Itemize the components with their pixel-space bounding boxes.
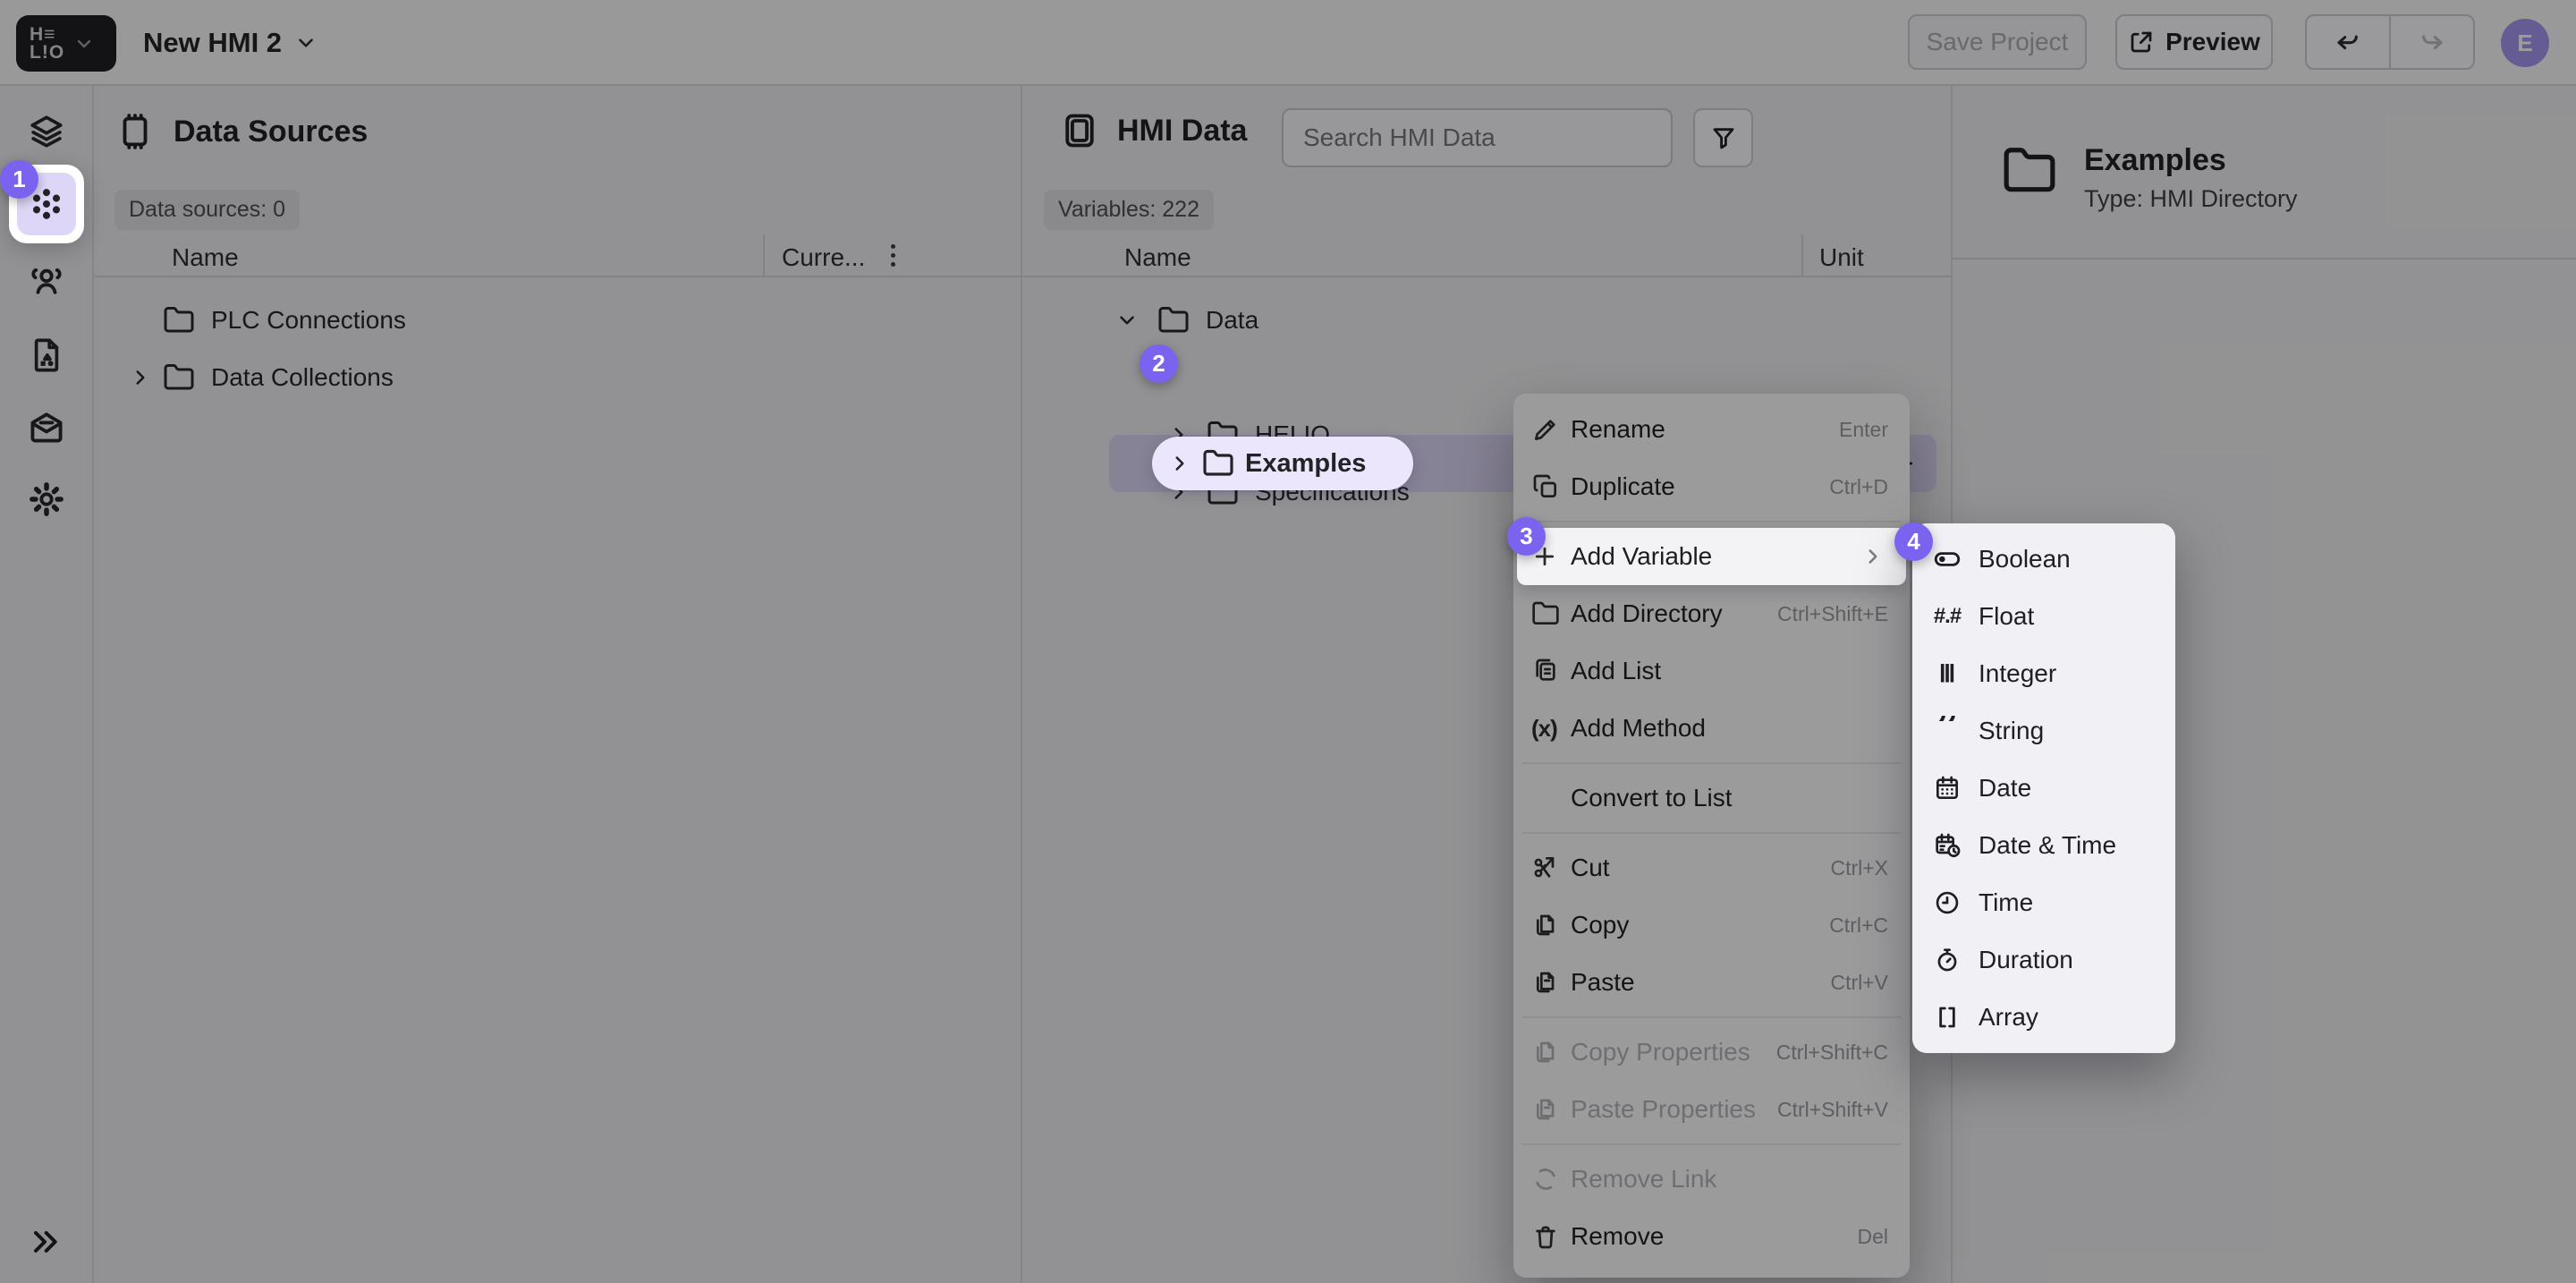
submenu-item-date[interactable]: Date [1912, 760, 2175, 817]
step-badge-2: 2 [1140, 344, 1178, 383]
examples-pill[interactable]: Examples [1152, 437, 1413, 490]
boolean-toggle-icon [1930, 544, 1964, 574]
submenu-item-string[interactable]: ” String [1912, 702, 2175, 760]
integer-icon: Ⅲ [1930, 660, 1964, 688]
add-variable-submenu: Boolean #.# Float Ⅲ Integer ” String Dat… [1912, 523, 2175, 1053]
examples-label: Examples [1245, 449, 1366, 479]
submenu-item-integer[interactable]: Ⅲ Integer [1912, 645, 2175, 702]
submenu-item-duration[interactable]: Duration [1912, 931, 2175, 989]
folder-icon [1202, 447, 1234, 480]
menu-item-add-variable[interactable]: Add Variable [1517, 528, 1906, 585]
submenu-chevron-icon [1861, 545, 1885, 568]
submenu-item-date-time[interactable]: Date & Time [1912, 817, 2175, 874]
chevron-right-icon[interactable] [1168, 452, 1191, 475]
step-badge-4: 4 [1894, 523, 1933, 561]
string-quotes-icon: ” [1930, 716, 1964, 746]
tutorial-dim-overlay [0, 0, 2576, 1283]
submenu-item-float[interactable]: #.# Float [1912, 588, 2175, 645]
submenu-item-boolean[interactable]: Boolean [1912, 531, 2175, 588]
calendar-clock-icon [1930, 831, 1964, 860]
step-badge-1: 1 [0, 160, 38, 199]
clock-icon [1930, 888, 1964, 917]
array-brackets-icon [1930, 1003, 1964, 1032]
submenu-item-array[interactable]: Array [1912, 989, 2175, 1046]
stopwatch-icon [1930, 946, 1964, 974]
float-icon: #.# [1930, 604, 1964, 629]
step-badge-3: 3 [1507, 517, 1546, 556]
submenu-item-time[interactable]: Time [1912, 874, 2175, 931]
calendar-icon [1930, 774, 1964, 803]
